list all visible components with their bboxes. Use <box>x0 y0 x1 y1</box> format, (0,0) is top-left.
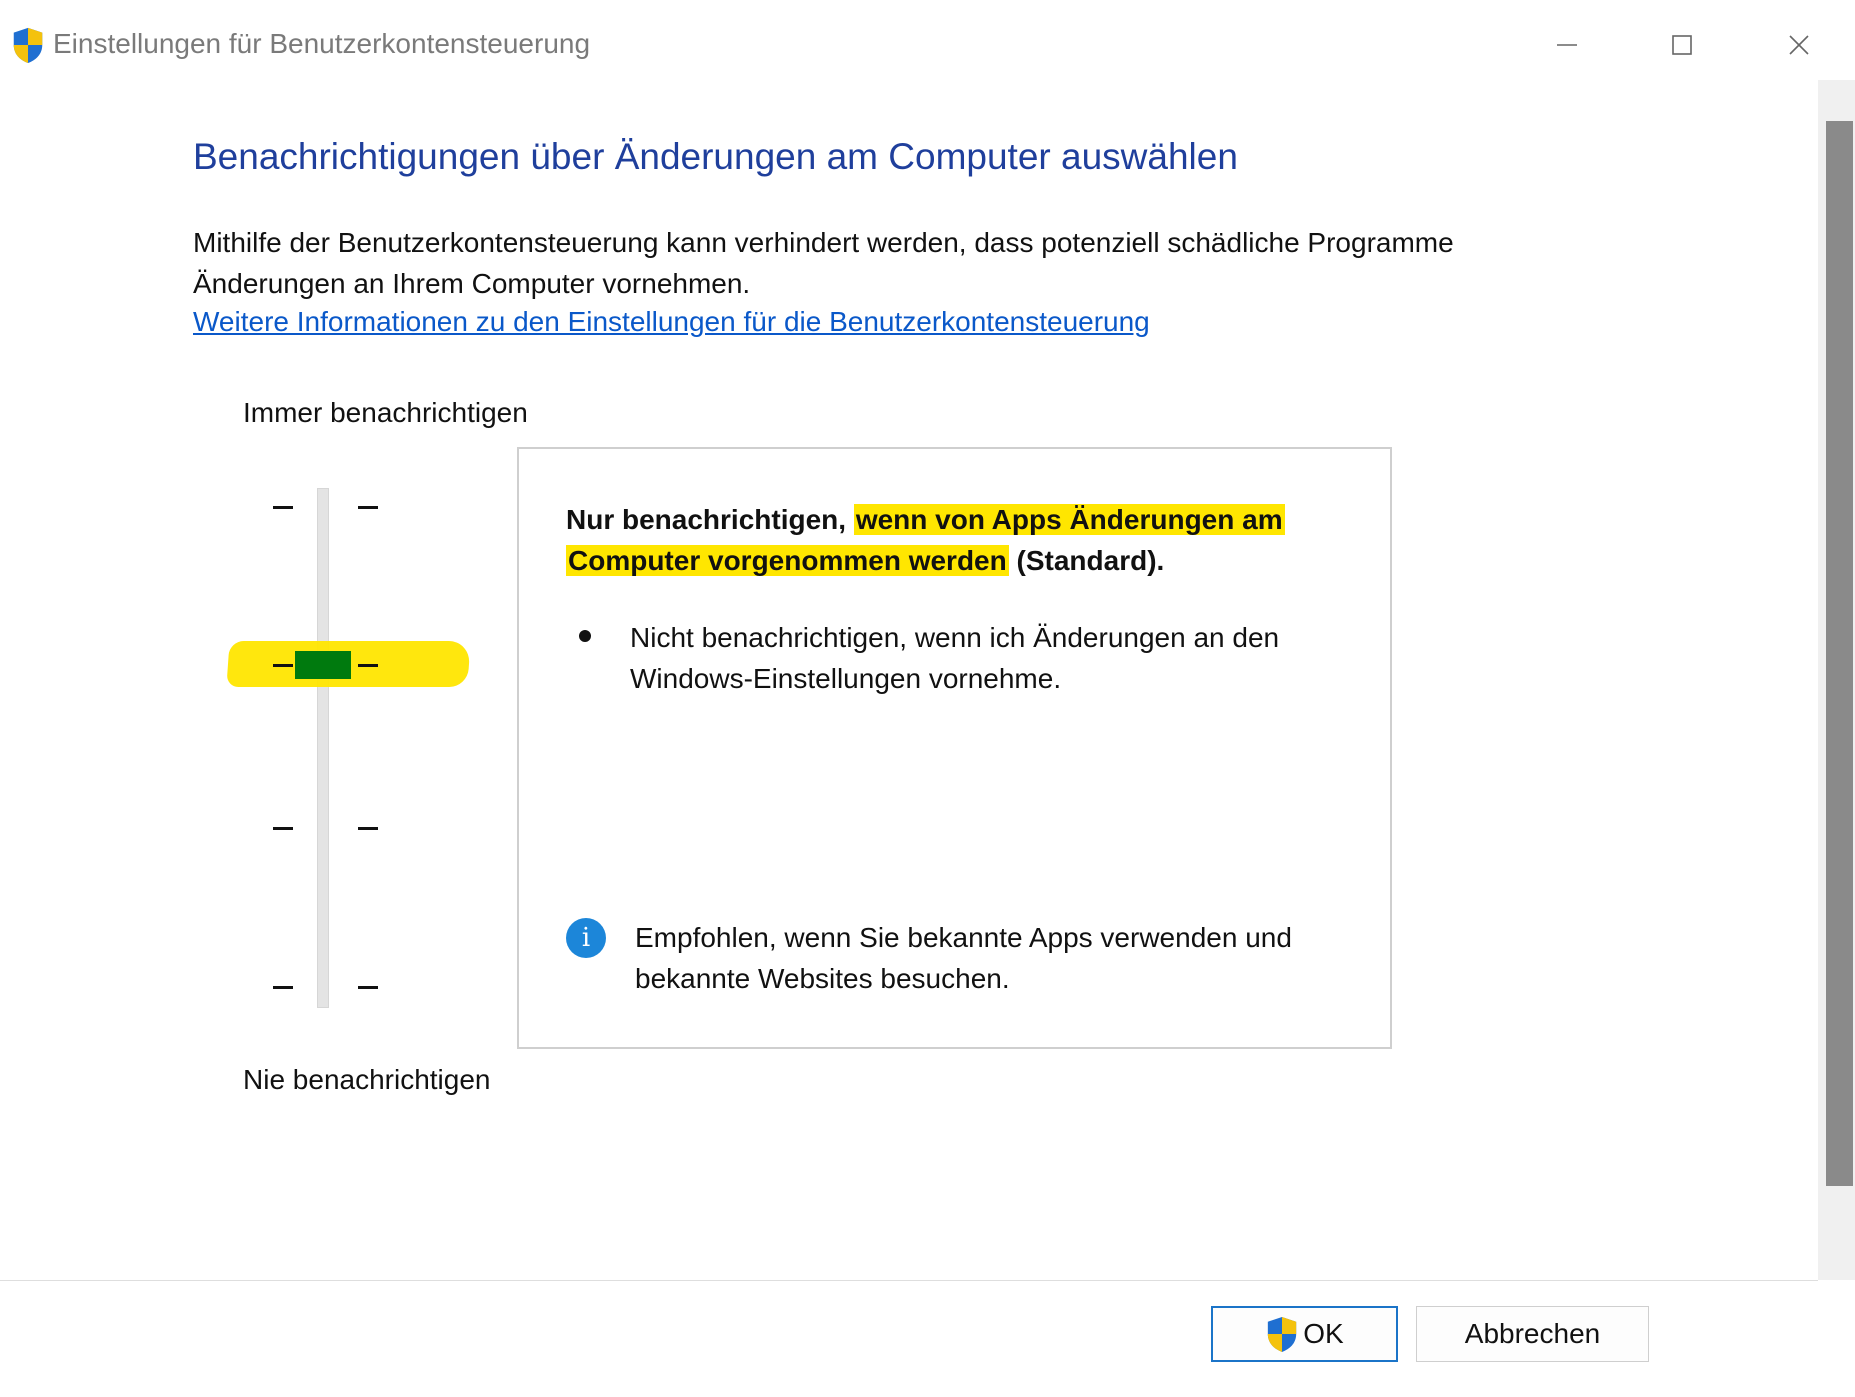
close-icon <box>1789 35 1809 55</box>
page-heading: Benachrichtigungen über Änderungen am Co… <box>193 136 1238 177</box>
description-text: Mithilfe der Benutzerkontensteuerung kan… <box>193 227 1454 299</box>
level-title-part2: (Standard). <box>1008 545 1165 576</box>
slider-tick-right-1 <box>358 506 378 509</box>
slider-thumb[interactable] <box>295 651 351 679</box>
maximize-icon <box>1672 35 1692 55</box>
bullet-text: Nicht benachrichtigen, wenn ich Änderung… <box>630 622 1280 694</box>
bullet-dot <box>579 630 591 642</box>
notification-level-slider-track[interactable] <box>317 488 329 1008</box>
title-bar[interactable]: Einstellungen für Benutzerkontensteuerun… <box>0 10 1855 80</box>
level-title-part1: Nur benachrichtigen, <box>566 504 854 535</box>
level-title: Nur benachrichtigen, wenn von Apps Änder… <box>566 499 1366 581</box>
minimize-button[interactable] <box>1522 20 1612 70</box>
slider-tick-right-3 <box>358 827 378 830</box>
slider-label-always: Immer benachrichtigen <box>243 397 528 428</box>
ok-button-label: OK <box>1303 1318 1344 1349</box>
minimize-icon <box>1557 44 1577 46</box>
slider-tick-right-4 <box>358 986 378 989</box>
level-description-box: Nur benachrichtigen, wenn von Apps Änder… <box>517 447 1392 1049</box>
window-title: Einstellungen für Benutzerkontensteuerun… <box>53 28 591 59</box>
uac-shield-icon <box>1268 1317 1297 1352</box>
scrollbar-thumb[interactable] <box>1826 121 1853 1186</box>
more-info-link[interactable]: Weitere Informationen zu den Einstellung… <box>193 306 1150 338</box>
uac-shield-icon <box>13 27 43 64</box>
slider-tick-left-3 <box>273 827 293 830</box>
close-button[interactable] <box>1754 20 1844 70</box>
level-title-highlight2: Computer vorgenommen werden <box>566 545 1009 576</box>
slider-label-never: Nie benachrichtigen <box>243 1064 491 1095</box>
info-icon: i <box>566 918 606 958</box>
slider-tick-right-2 <box>358 664 378 667</box>
slider-tick-left-4 <box>273 986 293 989</box>
slider-tick-left-2 <box>273 664 293 667</box>
cancel-button[interactable]: Abbrechen <box>1416 1306 1649 1362</box>
uac-settings-window: Einstellungen für Benutzerkontensteuerun… <box>0 0 1855 1397</box>
ok-button[interactable]: OK <box>1211 1306 1398 1362</box>
maximize-button[interactable] <box>1637 20 1727 70</box>
recommendation-text: Empfohlen, wenn Sie bekannte Apps verwen… <box>635 922 1292 994</box>
slider-tick-left-1 <box>273 506 293 509</box>
cancel-button-label: Abbrechen <box>1464 1318 1601 1349</box>
level-title-highlight1: wenn von Apps Änderungen am <box>853 504 1285 535</box>
